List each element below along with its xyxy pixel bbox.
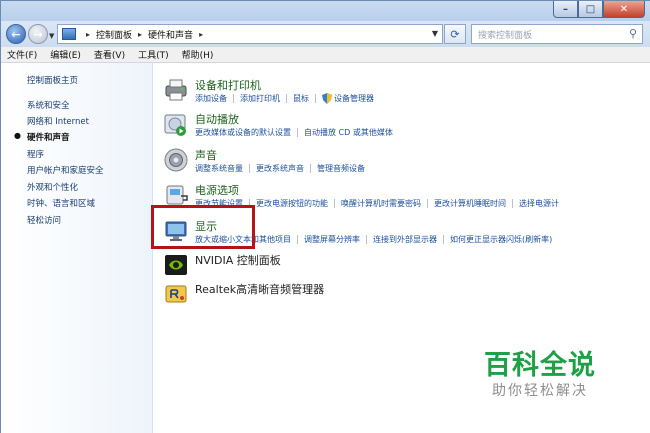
- caption-buttons: – □ ✕: [553, 1, 645, 19]
- address-row: ← → ▼ ▸ 控制面板 ▸ 硬件和声音 ▸ ▼ ⟳ 搜索控制面板 ⚲: [1, 21, 650, 47]
- link-change-default[interactable]: 更改媒体或设备的默认设置: [195, 127, 291, 138]
- sidebar-item-system-security[interactable]: 系统和安全: [27, 99, 70, 111]
- sidebar-item-network[interactable]: 网络和 Internet: [27, 115, 89, 127]
- link-external-display[interactable]: 连接到外部显示器: [373, 234, 437, 245]
- link-mouse[interactable]: 鼠标: [293, 93, 309, 104]
- forward-button[interactable]: →: [28, 24, 48, 44]
- link-divider: [315, 94, 316, 103]
- sidebar-item-ease-of-access[interactable]: 轻松访问: [27, 214, 61, 226]
- recent-pages-dropdown-icon[interactable]: ▼: [49, 32, 54, 40]
- chevron-right-icon[interactable]: ▸: [199, 30, 203, 39]
- category-title[interactable]: NVIDIA 控制面板: [195, 252, 281, 268]
- category-title[interactable]: 设备和打印机: [195, 77, 261, 93]
- menu-bar: 文件(F) 编辑(E) 查看(V) 工具(T) 帮助(H): [1, 47, 650, 63]
- maximize-button[interactable]: □: [578, 1, 603, 18]
- sidebar-item-hardware-sound: 硬件和声音: [27, 133, 70, 143]
- link-power-button[interactable]: 更改电源按钮的功能: [256, 198, 328, 209]
- link-add-device[interactable]: 添加设备: [195, 93, 227, 104]
- address-dropdown-icon[interactable]: ▼: [432, 29, 438, 38]
- link-change-sounds[interactable]: 更改系统声音: [256, 163, 304, 174]
- link-refresh-rate[interactable]: 如何更正显示器闪烁(刷新率): [450, 234, 552, 245]
- link-divider: [297, 128, 298, 137]
- link-divider: [334, 199, 335, 208]
- back-arrow-icon: ←: [11, 27, 21, 41]
- link-resolution[interactable]: 调整屏幕分辨率: [304, 234, 360, 245]
- breadcrumb-hardware-sound[interactable]: 硬件和声音: [148, 28, 193, 41]
- control-panel-icon: [62, 28, 76, 40]
- autoplay-icon[interactable]: [163, 111, 189, 137]
- refresh-icon: ⟳: [450, 27, 460, 41]
- link-divider: [512, 199, 513, 208]
- link-divider: [366, 235, 367, 244]
- breadcrumb: ▸ 控制面板 ▸ 硬件和声音 ▸: [80, 28, 209, 41]
- refresh-button[interactable]: ⟳: [444, 24, 466, 44]
- close-button[interactable]: ✕: [603, 1, 645, 18]
- watermark-title: 百科全说: [484, 350, 596, 381]
- watermark-subtitle: 助你轻松解决: [492, 383, 588, 399]
- link-divider: [443, 235, 444, 244]
- link-add-printer[interactable]: 添加打印机: [240, 93, 280, 104]
- menu-help[interactable]: 帮助(H): [182, 48, 214, 61]
- link-wake-password[interactable]: 唤醒计算机时需要密码: [341, 198, 421, 209]
- link-sleep-time[interactable]: 更改计算机睡眠时间: [434, 198, 506, 209]
- link-autoplay-cd[interactable]: 自动播放 CD 或其他媒体: [304, 127, 393, 138]
- link-divider: [310, 164, 311, 173]
- current-item-bullet-icon: ●: [14, 131, 21, 140]
- category-title[interactable]: 自动播放: [195, 111, 239, 127]
- shield-icon: [322, 93, 332, 104]
- link-divider: [297, 235, 298, 244]
- category-links: 更改媒体或设备的默认设置 自动播放 CD 或其他媒体: [195, 127, 393, 138]
- link-device-manager[interactable]: 设备管理器: [334, 93, 374, 104]
- search-icon[interactable]: ⚲: [629, 27, 637, 40]
- sidebar-item-clock-language[interactable]: 时钟、语言和区域: [27, 197, 95, 209]
- realtek-icon[interactable]: [163, 281, 189, 307]
- sidebar-item-programs[interactable]: 程序: [27, 148, 44, 160]
- category-links: 添加设备 添加打印机 鼠标 设备管理器: [195, 93, 374, 104]
- menu-view[interactable]: 查看(V): [94, 48, 125, 61]
- link-divider: [233, 94, 234, 103]
- sidebar-item-user-accounts[interactable]: 用户帐户和家庭安全: [27, 164, 104, 176]
- minimize-button[interactable]: –: [553, 1, 578, 18]
- nvidia-icon[interactable]: [163, 252, 189, 278]
- sidebar-item-appearance[interactable]: 外观和个性化: [27, 181, 78, 193]
- chevron-right-icon[interactable]: ▸: [138, 30, 142, 39]
- breadcrumb-control-panel[interactable]: 控制面板: [96, 28, 132, 41]
- link-divider: [249, 164, 250, 173]
- speaker-icon[interactable]: [163, 147, 189, 173]
- link-power-plan[interactable]: 选择电源计: [519, 198, 559, 209]
- category-links: 调整系统音量 更改系统声音 管理音频设备: [195, 163, 365, 174]
- category-title[interactable]: 声音: [195, 147, 217, 163]
- printer-icon[interactable]: [163, 77, 189, 103]
- menu-file[interactable]: 文件(F): [7, 48, 37, 61]
- search-input[interactable]: 搜索控制面板 ⚲: [471, 24, 643, 44]
- menu-tools[interactable]: 工具(T): [138, 48, 169, 61]
- link-divider: [427, 199, 428, 208]
- category-title[interactable]: Realtek高清晰音频管理器: [195, 281, 324, 297]
- menu-edit[interactable]: 编辑(E): [50, 48, 81, 61]
- search-placeholder: 搜索控制面板: [478, 30, 533, 41]
- chevron-right-icon[interactable]: ▸: [86, 30, 90, 39]
- sound-highlight-box: [151, 205, 255, 249]
- sidebar-item-home[interactable]: 控制面板主页: [27, 74, 78, 86]
- link-divider: [286, 94, 287, 103]
- category-title[interactable]: 电源选项: [195, 182, 239, 198]
- sidebar: 控制面板主页 系统和安全 网络和 Internet ● 硬件和声音 程序 用户帐…: [1, 63, 153, 433]
- link-manage-audio[interactable]: 管理音频设备: [317, 163, 365, 174]
- link-adjust-volume[interactable]: 调整系统音量: [195, 163, 243, 174]
- address-bar[interactable]: ▸ 控制面板 ▸ 硬件和声音 ▸ ▼: [57, 24, 443, 44]
- back-button[interactable]: ←: [6, 24, 26, 44]
- forward-arrow-icon: →: [33, 27, 43, 41]
- title-bar: – □ ✕: [1, 1, 650, 21]
